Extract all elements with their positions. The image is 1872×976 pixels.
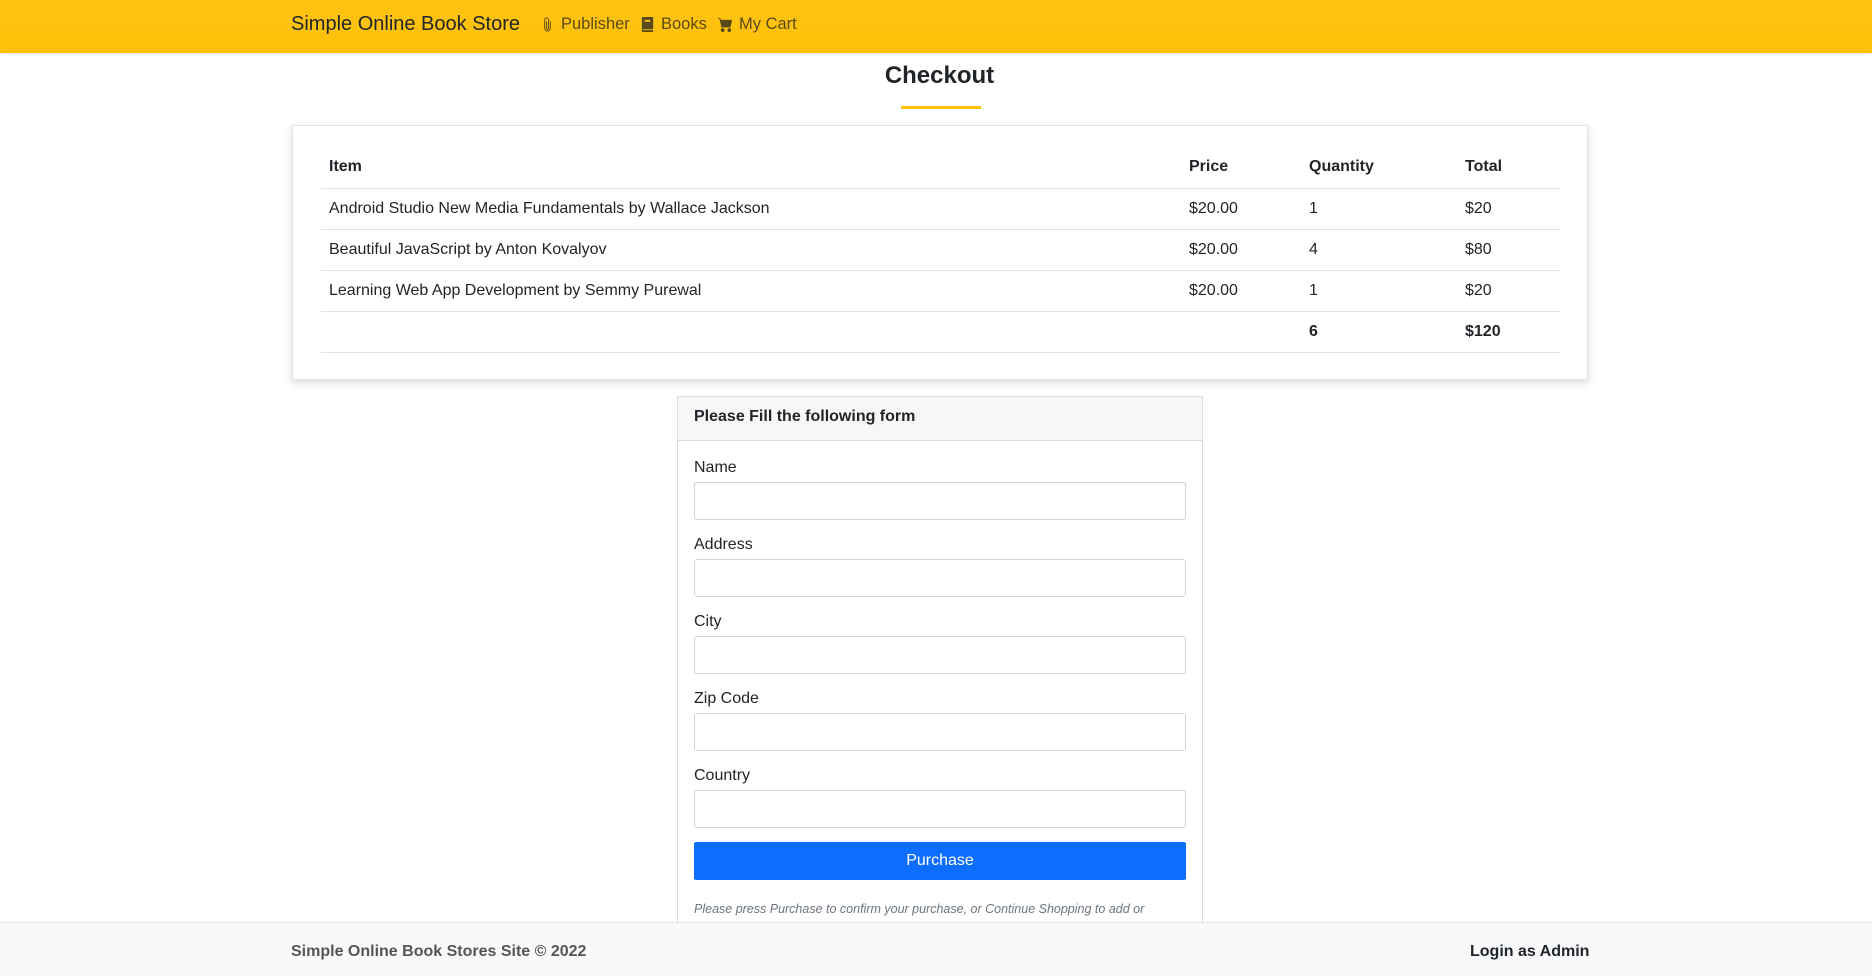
book-icon <box>640 17 655 32</box>
zip-code-input[interactable] <box>694 713 1186 751</box>
cell-quantity: 4 <box>1301 229 1457 270</box>
cell-item: Android Studio New Media Fundamentals by… <box>321 188 1181 229</box>
cell-total: $80 <box>1457 229 1560 270</box>
brand-link[interactable]: Simple Online Book Store <box>291 13 520 36</box>
name-label: Name <box>694 459 1186 477</box>
address-input[interactable] <box>694 559 1186 597</box>
cell-item: Learning Web App Development by Semmy Pu… <box>321 270 1181 311</box>
cart-summary-card: Item Price Quantity Total Android Studio… <box>292 125 1588 380</box>
form-group-name: Name <box>694 459 1186 520</box>
nav-link-publisher[interactable]: Publisher <box>540 15 630 34</box>
navbar: Simple Online Book Store Publisher Books… <box>0 0 1872 53</box>
table-summary-row: 6 $120 <box>321 311 1560 352</box>
summary-total: $120 <box>1457 311 1560 352</box>
title-underline <box>901 106 981 109</box>
table-row: Android Studio New Media Fundamentals by… <box>321 188 1560 229</box>
form-group-address: Address <box>694 536 1186 597</box>
cell-empty <box>321 311 1181 352</box>
cell-price: $20.00 <box>1181 188 1301 229</box>
name-input[interactable] <box>694 482 1186 520</box>
form-header: Please Fill the following form <box>678 397 1202 441</box>
nav-link-my-cart-label: My Cart <box>739 15 797 34</box>
header-total: Total <box>1457 146 1560 188</box>
header-item: Item <box>321 146 1181 188</box>
nav-link-my-cart[interactable]: My Cart <box>718 15 797 34</box>
cart-table: Item Price Quantity Total Android Studio… <box>321 146 1560 353</box>
summary-quantity: 6 <box>1301 311 1457 352</box>
cell-total: $20 <box>1457 188 1560 229</box>
cell-empty <box>1181 311 1301 352</box>
login-as-admin-link[interactable]: Login as Admin <box>1470 943 1589 961</box>
zip-code-label: Zip Code <box>694 690 1186 708</box>
city-label: City <box>694 613 1186 631</box>
nav-link-publisher-label: Publisher <box>561 15 630 34</box>
cell-total: $20 <box>1457 270 1560 311</box>
purchase-button[interactable]: Purchase <box>694 842 1186 880</box>
cell-item: Beautiful JavaScript by Anton Kovalyov <box>321 229 1181 270</box>
paperclip-icon <box>540 17 555 32</box>
table-row: Learning Web App Development by Semmy Pu… <box>321 270 1560 311</box>
page-title: Checkout <box>0 62 1872 90</box>
cell-quantity: 1 <box>1301 188 1457 229</box>
country-input[interactable] <box>694 790 1186 828</box>
checkout-form-card: Please Fill the following form Name Addr… <box>677 396 1203 936</box>
cell-price: $20.00 <box>1181 270 1301 311</box>
form-group-country: Country <box>694 767 1186 828</box>
form-group-zip-code: Zip Code <box>694 690 1186 751</box>
nav-link-books-label: Books <box>661 15 707 34</box>
address-label: Address <box>694 536 1186 554</box>
city-input[interactable] <box>694 636 1186 674</box>
country-label: Country <box>694 767 1186 785</box>
footer: Simple Online Book Stores Site © 2022 Lo… <box>0 922 1872 976</box>
header-price: Price <box>1181 146 1301 188</box>
cell-quantity: 1 <box>1301 270 1457 311</box>
form-body: Name Address City Zip Code Country Purch… <box>678 441 1202 916</box>
header-quantity: Quantity <box>1301 146 1457 188</box>
cart-icon <box>718 17 733 32</box>
footer-copyright: Simple Online Book Stores Site © 2022 <box>291 943 586 961</box>
nav-link-books[interactable]: Books <box>640 15 707 34</box>
cell-price: $20.00 <box>1181 229 1301 270</box>
table-row: Beautiful JavaScript by Anton Kovalyov $… <box>321 229 1560 270</box>
form-group-city: City <box>694 613 1186 674</box>
table-header-row: Item Price Quantity Total <box>321 146 1560 188</box>
purchase-note: Please press Purchase to confirm your pu… <box>694 902 1186 916</box>
